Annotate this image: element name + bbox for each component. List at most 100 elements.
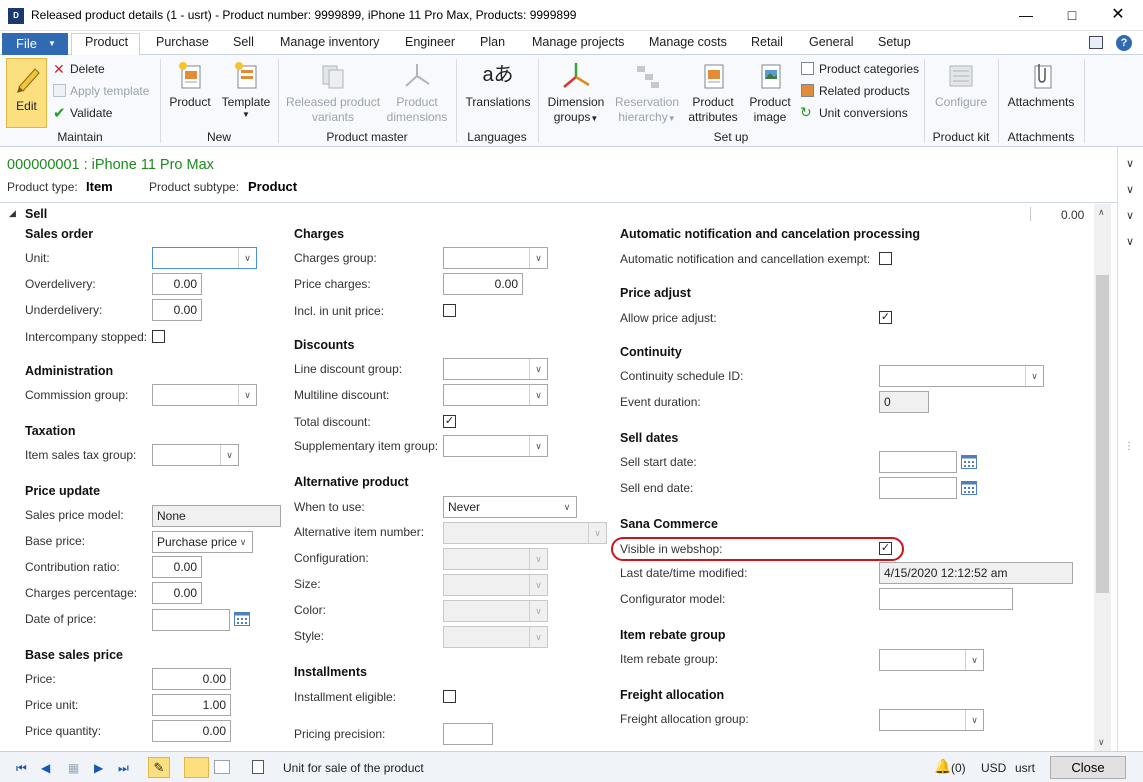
template-button[interactable]: Template ▼ [219,60,273,130]
currency-indicator[interactable]: USD [981,761,1006,775]
edit-button[interactable]: Edit [6,58,47,128]
scroll-down-icon[interactable]: ∨ [1098,737,1105,748]
tab-retail[interactable]: Retail [751,35,783,49]
tab-product[interactable]: Product [85,35,128,49]
grid-view-icon[interactable] [214,760,230,774]
tab-engineer[interactable]: Engineer [405,35,455,49]
sell-end-date-input[interactable] [879,477,957,499]
previous-record-icon[interactable]: ◀ [41,761,50,775]
underdelivery-input[interactable]: 0.00 [152,299,202,321]
price-unit-input[interactable]: 1.00 [152,694,231,716]
validate-button[interactable]: Validate [70,106,112,120]
pricing-precision-input[interactable] [443,723,493,745]
item-rebate-group-combo[interactable]: ∨ [879,649,984,671]
calendar-icon[interactable] [961,481,977,495]
color-combo[interactable]: ∨ [443,600,548,622]
tab-sell[interactable]: Sell [233,35,254,49]
alternative-item-number-combo[interactable]: ∨ [443,522,607,544]
auto-notification-exempt-checkbox[interactable] [879,252,892,265]
freight-allocation-group-combo[interactable]: ∨ [879,709,984,731]
related-products-button[interactable]: Related products [819,84,910,98]
price-charges-input[interactable]: 0.00 [443,273,523,295]
tab-general[interactable]: General [809,35,853,49]
date-of-price-input[interactable] [152,609,230,631]
base-price-combo[interactable]: Purchase price ∨ [152,531,253,553]
allow-price-adjust-checkbox[interactable]: ✓ [879,311,892,324]
charges-percentage-input[interactable]: 0.00 [152,582,202,604]
price-quantity-input[interactable]: 0.00 [152,720,231,742]
sell-start-date-input[interactable] [879,451,957,473]
installment-eligible-checkbox[interactable] [443,690,456,703]
reservation-hierarchy-button[interactable]: Reservation hierarchy▼ [612,60,682,130]
calendar-icon[interactable] [961,455,977,469]
maximize-button[interactable]: □ [1049,0,1095,30]
chevron-down-icon[interactable]: ∨ [1126,183,1134,196]
layout-icon[interactable] [1089,36,1103,49]
scroll-up-icon[interactable]: ∧ [1098,207,1105,218]
tab-purchase[interactable]: Purchase [156,35,209,49]
overdelivery-input[interactable]: 0.00 [152,273,202,295]
attachments-button[interactable]: Attachments [1004,60,1078,126]
calendar-icon[interactable] [234,612,250,626]
tab-manage-inventory[interactable]: Manage inventory [280,35,379,49]
charges-group-combo[interactable]: ∨ [443,247,548,269]
minimize-button[interactable]: — [1003,0,1049,30]
new-product-button[interactable]: Product [164,60,216,125]
apply-template-button[interactable]: Apply template [70,84,149,98]
help-icon[interactable]: ? [1116,35,1132,51]
chevron-down-icon[interactable]: ∨ [1126,157,1134,170]
sell-section-title[interactable]: Sell [25,207,47,221]
edit-mode-pencil-icon[interactable]: ✎ [148,757,170,778]
tab-manage-projects[interactable]: Manage projects [532,35,624,49]
close-window-button[interactable]: ✕ [1095,0,1141,30]
product-dimensions-button[interactable]: Product dimensions [384,60,450,128]
product-categories-button[interactable]: Product categories [819,62,919,76]
collapse-triangle-icon[interactable]: ◢ [9,208,16,219]
chevron-down-icon: ∨ [529,627,547,647]
translations-button[interactable]: aあ Translations [462,60,534,126]
line-discount-group-combo[interactable]: ∨ [443,358,548,380]
scrollbar-thumb[interactable] [1096,275,1109,593]
notification-count[interactable]: (0) [951,761,966,775]
multiline-discount-combo[interactable]: ∨ [443,384,548,406]
first-record-icon[interactable]: ⏮ [16,761,27,776]
intercompany-stopped-checkbox[interactable] [152,330,165,343]
close-button[interactable]: Close [1050,756,1126,779]
company-indicator[interactable]: usrt [1015,761,1035,775]
product-attributes-button[interactable]: Product attributes [686,60,740,130]
total-discount-checkbox[interactable]: ✓ [443,415,456,428]
style-combo[interactable]: ∨ [443,626,548,648]
grid-icon[interactable]: ▦ [68,761,79,775]
chevron-down-icon[interactable]: ∨ [1126,209,1134,222]
item-sales-tax-group-combo[interactable]: ∨ [152,444,239,466]
splitter-grip-icon[interactable]: ⋮ [1124,441,1134,452]
incl-in-unit-price-checkbox[interactable] [443,304,456,317]
next-record-icon[interactable]: ▶ [94,761,103,775]
dimension-groups-button[interactable]: Dimension groups▼ [544,60,608,130]
bell-icon[interactable]: 🔔 [934,758,951,775]
tab-plan[interactable]: Plan [480,35,505,49]
visible-in-webshop-checkbox[interactable]: ✓ [879,542,892,555]
chevron-down-icon[interactable]: ∨ [1126,235,1134,248]
tab-setup[interactable]: Setup [878,35,911,49]
continuity-schedule-combo[interactable]: ∨ [879,365,1044,387]
form-view-icon[interactable] [184,757,209,778]
size-combo[interactable]: ∨ [443,574,548,596]
price-input[interactable]: 0.00 [152,668,231,690]
product-image-button[interactable]: Product image [744,60,796,130]
file-menu-tab[interactable]: File ▼ [2,33,68,55]
last-record-icon[interactable]: ⏭ [118,761,129,776]
tab-manage-costs[interactable]: Manage costs [649,35,727,49]
when-to-use-combo[interactable]: Never ∨ [443,496,577,518]
configure-button[interactable]: Configure [930,60,992,126]
document-icon[interactable] [252,760,264,774]
supplementary-item-group-combo[interactable]: ∨ [443,435,548,457]
commission-group-combo[interactable]: ∨ [152,384,257,406]
configuration-combo[interactable]: ∨ [443,548,548,570]
configurator-model-input[interactable] [879,588,1013,610]
released-product-variants-button[interactable]: Released product variants [284,60,382,128]
contribution-ratio-input[interactable]: 0.00 [152,556,202,578]
delete-button[interactable]: Delete [70,62,105,76]
unit-conversions-button[interactable]: Unit conversions [819,106,908,120]
unit-combo[interactable]: ∨ [152,247,257,269]
